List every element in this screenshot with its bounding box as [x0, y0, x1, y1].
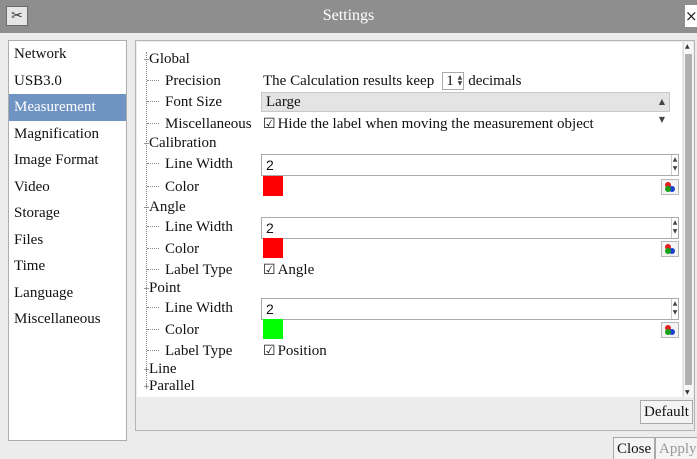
hide-label-checkbox[interactable]: ☑ Hide the label when moving the measurem… [263, 114, 594, 134]
spin-arrows-icon[interactable]: ▲ ▼ [671, 299, 678, 319]
spin-arrows-icon[interactable]: ▲ ▼ [671, 218, 678, 238]
point-label-type-row: Label Type ☑ Position [137, 341, 682, 361]
misc-label: Miscellaneous [165, 116, 252, 132]
sidebar-item-usb3[interactable]: USB3.0 [9, 68, 126, 95]
misc-row: Miscellaneous ☑ Hide the label when movin… [137, 114, 682, 134]
color-label: Color [165, 179, 200, 195]
calibration-line-width-input[interactable]: 2 ▲ ▼ [261, 154, 679, 176]
sidebar-item-image-format[interactable]: Image Format [9, 147, 126, 174]
precision-value-group: The Calculation results keep 1 ▲ ▼ decimals [263, 71, 522, 91]
group-calibration[interactable]: −Calibration [143, 133, 217, 153]
point-label-checkbox[interactable]: ☑ Position [263, 341, 327, 361]
scroll-down-icon[interactable]: ▼ [685, 389, 690, 396]
color-label: Color [165, 241, 200, 257]
color-picker-icon[interactable] [661, 241, 679, 257]
sidebar-item-storage[interactable]: Storage [9, 200, 126, 227]
group-global-label: Global [149, 51, 190, 67]
close-button[interactable]: Close [613, 437, 656, 459]
line-width-label: Line Width [165, 300, 233, 316]
group-line-label: Line [149, 361, 177, 377]
checkbox-checked-icon[interactable]: ☑ [263, 262, 276, 278]
angle-label-checkbox[interactable]: ☑ Angle [263, 260, 314, 280]
sidebar-item-video[interactable]: Video [9, 174, 126, 201]
group-angle[interactable]: −Angle [143, 197, 186, 217]
line-width-label: Line Width [165, 156, 233, 172]
calibration-color-swatch [263, 176, 283, 196]
group-calibration-label: Calibration [149, 135, 217, 151]
angle-color-row: Color [137, 238, 682, 259]
group-point-label: Point [149, 280, 181, 296]
angle-line-width-input[interactable]: 2 ▲ ▼ [261, 217, 679, 239]
sidebar-item-measurement[interactable]: Measurement [9, 94, 126, 121]
point-line-width-row: Line Width 2 ▲ ▼ [137, 298, 682, 320]
group-point[interactable]: −Point [143, 278, 181, 298]
color-picker-icon[interactable] [661, 179, 679, 195]
angle-label-type-row: Label Type ☑ Angle [137, 260, 682, 280]
calibration-color-row: Color [137, 176, 682, 197]
label-type-label: Label Type [165, 343, 233, 359]
scroll-up-icon[interactable]: ▲ [685, 43, 690, 50]
color-label: Color [165, 322, 200, 338]
line-width-label: Line Width [165, 219, 233, 235]
group-angle-label: Angle [149, 199, 186, 215]
precision-unit: decimals [468, 73, 522, 89]
point-color-swatch [263, 319, 283, 339]
font-size-label: Font Size [165, 94, 223, 110]
sidebar-item-time[interactable]: Time [9, 253, 126, 280]
angle-color-swatch [263, 238, 283, 258]
sidebar-item-network[interactable]: Network [9, 41, 126, 68]
precision-text: The Calculation results keep [263, 73, 435, 89]
group-parallel-label: Parallel [149, 378, 195, 394]
font-size-row: Font Size Large ▲ ▼ [137, 92, 682, 124]
point-line-width-input[interactable]: 2 ▲ ▼ [261, 298, 679, 320]
group-parallel[interactable]: +Parallel [143, 376, 195, 396]
sidebar-item-language[interactable]: Language [9, 280, 126, 307]
calibration-line-width-row: Line Width 2 ▲ ▼ [137, 154, 682, 176]
checkbox-checked-icon[interactable]: ☑ [263, 343, 276, 359]
point-color-row: Color [137, 319, 682, 340]
label-type-label: Label Type [165, 262, 233, 278]
checkbox-checked-icon[interactable]: ☑ [263, 116, 276, 132]
measurement-panel: −Global Precision The Calculation result… [135, 40, 695, 431]
precision-spinbox[interactable]: 1 ▲ ▼ [442, 72, 465, 90]
sidebar-item-miscellaneous[interactable]: Miscellaneous [9, 306, 126, 333]
apply-button[interactable]: Apply [655, 437, 697, 459]
vertical-scrollbar[interactable]: ▲ ▼ [683, 42, 693, 397]
spin-arrows-icon[interactable]: ▲ ▼ [458, 75, 463, 87]
close-window-icon[interactable]: × [685, 5, 697, 27]
settings-sidebar: Network USB3.0 Measurement Magnification… [8, 40, 127, 441]
sidebar-item-magnification[interactable]: Magnification [9, 121, 126, 148]
font-size-select[interactable]: Large ▲ ▼ [261, 92, 670, 124]
precision-label: Precision [165, 73, 221, 89]
scrollbar-thumb[interactable] [685, 54, 692, 385]
window-title: Settings [322, 7, 375, 24]
angle-line-width-row: Line Width 2 ▲ ▼ [137, 217, 682, 239]
color-picker-icon[interactable] [661, 322, 679, 338]
sidebar-item-files[interactable]: Files [9, 227, 126, 254]
title-bar: ✂ Settings × [0, 0, 697, 33]
settings-tree: −Global Precision The Calculation result… [137, 42, 682, 397]
default-button[interactable]: Default [640, 400, 693, 424]
spin-arrows-icon[interactable]: ▲ ▼ [671, 155, 678, 175]
precision-row: Precision The Calculation results keep 1 ▲… [137, 71, 682, 91]
group-global[interactable]: −Global [143, 49, 190, 69]
